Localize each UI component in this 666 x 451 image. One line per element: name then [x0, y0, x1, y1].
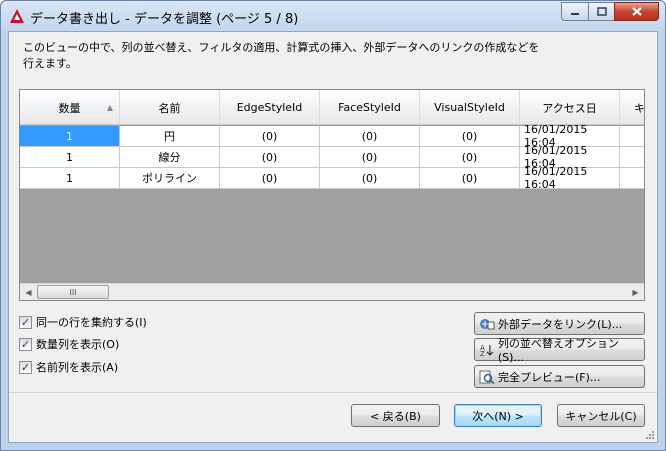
table-cell[interactable]: (0) — [420, 168, 520, 189]
column-header-quantity[interactable]: 数量 ▲ — [20, 90, 120, 125]
checkbox-label: 数量列を表示(O) — [36, 338, 120, 351]
show-count-checkbox[interactable]: ✓ 数量列を表示(O) — [19, 336, 119, 352]
title-bar[interactable]: データ書き出し - データを調整 (ページ 5 / 8) — [1, 1, 665, 31]
table-cell[interactable]: ポリライン — [120, 168, 220, 189]
preview-magnifier-icon — [479, 370, 495, 384]
horizontal-scrollbar[interactable]: ◀ III ▶ — [20, 283, 644, 300]
autocad-logo-icon — [10, 9, 24, 23]
link-data-icon — [480, 318, 495, 329]
minimize-button[interactable] — [561, 2, 589, 21]
sort-ascending-icon: ▲ — [106, 103, 113, 112]
table-cell[interactable] — [620, 168, 644, 189]
table-cell[interactable]: 1 — [20, 126, 120, 147]
button-label: キャンセル(C) — [565, 409, 637, 423]
button-label: < 戻る(B) — [370, 409, 421, 423]
close-icon — [631, 7, 642, 16]
table-row[interactable]: 1 ポリライン (0) (0) (0) 16/01/2015 16:04 — [20, 165, 644, 191]
checkbox-label: 同一の行を集約する(I) — [36, 316, 147, 329]
back-button[interactable]: < 戻る(B) — [351, 404, 440, 427]
column-header-label: EdgeStyleId — [236, 101, 303, 114]
table-cell[interactable]: 円 — [120, 126, 220, 147]
column-header-facestyleid[interactable]: FaceStyleId — [320, 90, 420, 125]
table-cell[interactable]: 1 — [20, 168, 120, 189]
link-external-data-button[interactable]: 外部データをリンク(L)... — [474, 312, 645, 335]
button-label: 次へ(N) > — [472, 409, 524, 423]
scroll-right-icon[interactable]: ▶ — [627, 284, 644, 300]
table-cell[interactable]: (0) — [320, 126, 420, 147]
sort-icon: A Z — [480, 344, 494, 357]
table-cell[interactable] — [620, 126, 644, 147]
combine-rows-checkbox[interactable]: ✓ 同一の行を集約する(I) — [19, 314, 147, 330]
dialog-client-area: このビューの中で、列の並べ替え、フィルタの適用、計算式の挿入、外部データへのリン… — [8, 31, 658, 443]
divider — [9, 392, 657, 393]
show-name-checkbox[interactable]: ✓ 名前列を表示(A) — [19, 359, 118, 375]
table-cell[interactable]: (0) — [420, 126, 520, 147]
resize-grip-icon[interactable] — [645, 430, 655, 440]
column-header-label: FaceStyleId — [338, 101, 401, 114]
scroll-left-icon[interactable]: ◀ — [20, 284, 37, 300]
minimize-icon — [571, 12, 579, 15]
column-header-label: 名前 — [158, 101, 181, 115]
table-cell[interactable]: (0) — [320, 147, 420, 168]
grid-header: 数量 ▲ 名前 EdgeStyleId FaceStyleId VisualSt… — [20, 90, 645, 125]
page-description: このビューの中で、列の並べ替え、フィルタの適用、計算式の挿入、外部データへのリン… — [23, 41, 540, 70]
button-label: 外部データをリンク(L)... — [498, 317, 623, 331]
scroll-grip-icon: III — [69, 287, 77, 297]
scroll-thumb[interactable]: III — [37, 285, 109, 299]
dialog-window: データ書き出し - データを調整 (ページ 5 / 8) このビューの中で、列の… — [0, 0, 666, 451]
table-cell[interactable]: 16/01/2015 16:04 — [520, 165, 620, 191]
data-grid[interactable]: 数量 ▲ 名前 EdgeStyleId FaceStyleId VisualSt… — [19, 89, 645, 301]
column-header-edgestyleid[interactable]: EdgeStyleId — [220, 90, 320, 125]
close-button[interactable] — [614, 2, 659, 21]
table-cell[interactable]: 1 — [20, 147, 120, 168]
cancel-button[interactable]: キャンセル(C) — [557, 404, 645, 427]
column-header-label: キ — [634, 101, 645, 115]
checkmark-icon: ✓ — [19, 315, 32, 329]
column-header-visualstyleid[interactable]: VisualStyleId — [420, 90, 520, 125]
maximize-button[interactable] — [588, 2, 615, 21]
column-header-access-date[interactable]: アクセス日 — [520, 90, 620, 125]
table-cell[interactable]: (0) — [220, 147, 320, 168]
next-button[interactable]: 次へ(N) > — [454, 404, 542, 427]
full-preview-button[interactable]: 完全プレビュー(F)... — [474, 365, 645, 388]
sort-options-button[interactable]: A Z 列の並べ替えオプション(S)... — [474, 337, 645, 364]
table-cell[interactable]: (0) — [220, 126, 320, 147]
button-label: 列の並べ替えオプション(S)... — [497, 337, 619, 364]
checkmark-icon: ✓ — [19, 360, 32, 374]
maximize-icon — [596, 7, 607, 16]
column-header-label: 数量 — [58, 101, 81, 115]
table-cell[interactable]: (0) — [220, 168, 320, 189]
column-header-label: アクセス日 — [542, 101, 597, 115]
window-title: データ書き出し - データを調整 (ページ 5 / 8) — [30, 12, 299, 27]
table-cell[interactable]: 線分 — [120, 147, 220, 168]
checkbox-label: 名前列を表示(A) — [36, 361, 119, 374]
column-header-label: VisualStyleId — [434, 101, 505, 114]
button-label: 完全プレビュー(F)... — [498, 370, 601, 384]
table-cell[interactable]: (0) — [420, 147, 520, 168]
table-cell[interactable] — [620, 147, 644, 168]
column-header-truncated[interactable]: キ — [620, 90, 645, 125]
svg-text:Z: Z — [480, 349, 485, 356]
table-cell[interactable]: (0) — [320, 168, 420, 189]
checkmark-icon: ✓ — [19, 337, 32, 351]
column-header-name[interactable]: 名前 — [120, 90, 220, 125]
